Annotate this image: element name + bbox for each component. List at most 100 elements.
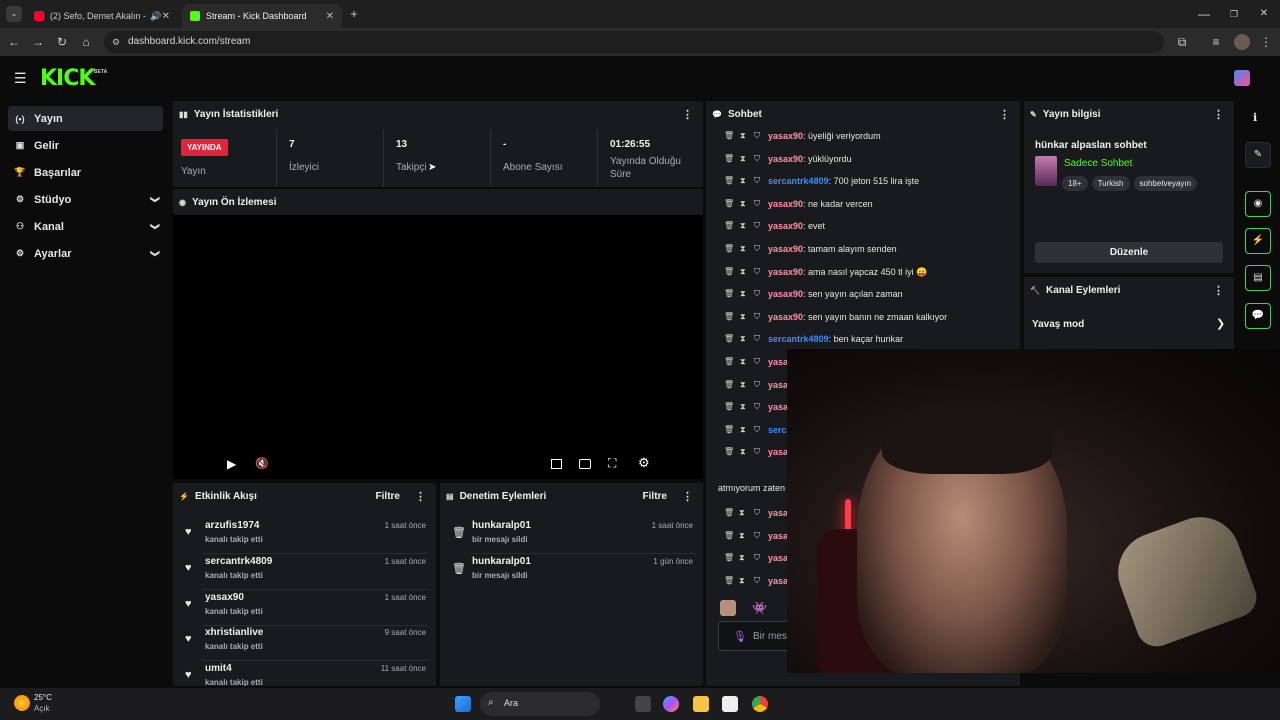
delete-message-icon[interactable]: 🗑	[724, 357, 734, 366]
maximize-button[interactable]: ❐	[1226, 6, 1242, 22]
delete-message-icon[interactable]: 🗑	[724, 176, 734, 185]
ban-shield-icon[interactable]: ⛉	[754, 402, 760, 412]
chat-username[interactable]: yasax90	[768, 289, 803, 299]
timeout-hourglass-icon[interactable]: ⧗	[740, 176, 746, 186]
timeout-hourglass-icon[interactable]: ⧗	[740, 131, 746, 141]
profile-avatar[interactable]	[1234, 34, 1250, 50]
chat-username[interactable]: yasa	[768, 402, 788, 412]
windows-start-icon[interactable]	[455, 696, 471, 712]
ban-shield-icon[interactable]: ⛉	[754, 447, 760, 457]
sidebar-item-studyo[interactable]: ⚙ Stüdyo ❯	[8, 187, 163, 212]
delete-message-icon[interactable]: 🗑	[724, 425, 734, 434]
speaker-icon[interactable]: 🔊	[150, 11, 161, 22]
event-row[interactable]: ♥ arzufis1974 kanalı takip etti 1 saat ö…	[173, 518, 436, 554]
info-icon[interactable]: ℹ	[1253, 111, 1257, 124]
chevron-down-icon[interactable]: ❯	[150, 250, 161, 258]
chrome-icon[interactable]	[752, 696, 768, 712]
settings-gear-icon[interactable]: ⚙	[638, 455, 650, 471]
chat-username[interactable]: yasax90	[768, 199, 803, 209]
filter-button[interactable]: Filtre	[643, 491, 667, 502]
delete-message-icon[interactable]: 🗑	[724, 221, 734, 230]
chevron-down-icon[interactable]: ❯	[150, 196, 161, 204]
ban-shield-icon[interactable]: ⛉	[754, 199, 760, 209]
chat-username[interactable]: sercantrk4809	[768, 176, 829, 186]
timeout-hourglass-icon[interactable]: ⧗	[739, 553, 745, 563]
event-row[interactable]: ♥ sercantrk4809 kanalı takip etti 1 saat…	[173, 554, 436, 590]
timeout-hourglass-icon[interactable]: ⧗	[740, 402, 746, 412]
taskbar-search[interactable]: ⌕ Ara	[480, 692, 600, 716]
sidebar-item-ayarlar[interactable]: ⚙ Ayarlar ❯	[8, 241, 163, 266]
sidebar-item-yayin[interactable]: (•) Yayın	[8, 106, 163, 131]
chat-username[interactable]: yasa	[768, 553, 788, 563]
sidebar-item-gelir[interactable]: ▣ Gelir	[8, 133, 163, 158]
forward-arrow-icon[interactable]: →	[30, 34, 46, 50]
timeout-hourglass-icon[interactable]: ⧗	[740, 154, 746, 164]
ban-shield-icon[interactable]: ⛉	[754, 425, 760, 435]
more-options-icon[interactable]: ⋮	[1213, 284, 1224, 297]
chat-message[interactable]: 🗑 ⧗ ⛉ yasax90: ne kadar vercen	[706, 196, 1020, 214]
tag-chip[interactable]: 18+	[1062, 176, 1088, 191]
edit-button[interactable]: Düzenle	[1035, 242, 1223, 263]
tab-youtube[interactable]: (2) Sefo, Demet Akalın - Ye 🔊 ✕	[26, 4, 178, 28]
more-options-icon[interactable]: ⋮	[999, 108, 1010, 121]
more-options-icon[interactable]: ⋮	[1213, 108, 1224, 121]
timeout-hourglass-icon[interactable]: ⧗	[739, 576, 745, 586]
timeout-hourglass-icon[interactable]: ⧗	[740, 447, 746, 457]
more-options-icon[interactable]: ⋮	[682, 490, 693, 503]
event-row[interactable]: ♥ umit4 kanalı takip etti 11 saat önce	[173, 661, 436, 686]
chat-username[interactable]: yasa	[768, 531, 788, 541]
close-window-button[interactable]: ✕	[1256, 6, 1272, 22]
filter-button[interactable]: Filtre	[376, 491, 400, 502]
close-tab-icon[interactable]: ✕	[326, 11, 334, 22]
chat-message[interactable]: 🗑 ⧗ ⛉ yasax90: evet	[706, 218, 1020, 236]
chat-message[interactable]: 🗑 ⧗ ⛉ yasax90: sen yayın banın ne zmaan kal…	[706, 309, 1020, 327]
chat-username[interactable]: yasax90	[768, 221, 803, 231]
chat-message[interactable]: 🗑 ⧗ ⛉ yasax90: yüklüyordu	[706, 151, 1020, 169]
more-options-icon[interactable]: ⋮	[682, 108, 693, 121]
moderation-row[interactable]: 🗑 hunkaralp01 bir mesajı sildi 1 saat ön…	[440, 518, 703, 554]
lightning-rail-button[interactable]: ⚡	[1245, 228, 1271, 254]
play-icon[interactable]: ▶	[227, 457, 236, 471]
ban-shield-icon[interactable]: ⛉	[754, 357, 760, 367]
ban-shield-icon[interactable]: ⛉	[754, 334, 760, 344]
chat-username[interactable]: yasa	[768, 447, 788, 457]
theater-mode-icon[interactable]	[579, 459, 591, 469]
delete-message-icon[interactable]: 🗑	[724, 334, 734, 343]
user-avatar[interactable]	[1234, 70, 1250, 86]
timeout-hourglass-icon[interactable]: ⧗	[740, 425, 746, 435]
new-tab-button[interactable]: +	[346, 6, 362, 22]
document-rail-button[interactable]: ▤	[1245, 265, 1271, 291]
timeout-hourglass-icon[interactable]: ⧗	[740, 267, 746, 277]
ban-shield-icon[interactable]: ⛉	[754, 221, 760, 231]
emote-avatar[interactable]	[720, 600, 736, 616]
extensions-icon[interactable]: ⧉	[1174, 34, 1190, 50]
delete-message-icon[interactable]: 🗑	[724, 199, 734, 208]
timeout-hourglass-icon[interactable]: ⧗	[739, 531, 745, 541]
back-arrow-icon[interactable]: ←	[6, 34, 22, 50]
copilot-icon[interactable]	[663, 696, 679, 712]
delete-message-icon[interactable]: 🗑	[724, 447, 734, 456]
delete-message-icon[interactable]: 🗑	[724, 553, 734, 562]
reading-list-icon[interactable]: ≡	[1208, 34, 1224, 50]
sidebar-item-basarilar[interactable]: 🏆 Başarılar	[8, 160, 163, 185]
event-row[interactable]: ♥ xhristianlive kanalı takip etti 9 saat…	[173, 625, 436, 661]
ban-shield-icon[interactable]: ⛉	[754, 289, 760, 299]
timeout-hourglass-icon[interactable]: ⧗	[740, 244, 746, 254]
delete-message-icon[interactable]: 🗑	[724, 380, 734, 389]
delete-message-icon[interactable]: 🗑	[724, 576, 734, 585]
preview-rail-button[interactable]: ◉	[1245, 191, 1271, 217]
slow-mode-row[interactable]: Yavaş mod ❯	[1024, 313, 1234, 335]
tab-kick-dashboard[interactable]: Stream - Kick Dashboard ✕	[182, 4, 342, 28]
chat-username[interactable]: sercantrk4809	[768, 334, 829, 344]
timeout-hourglass-icon[interactable]: ⧗	[739, 508, 745, 518]
reload-icon[interactable]: ↻	[54, 34, 70, 50]
ban-shield-icon[interactable]: ⛉	[754, 176, 760, 186]
delete-message-icon[interactable]: 🗑	[724, 267, 734, 276]
delete-message-icon[interactable]: 🗑	[724, 244, 734, 253]
ban-shield-icon[interactable]: ⛉	[754, 244, 760, 254]
chat-username[interactable]: yasax90	[768, 244, 803, 254]
chat-username[interactable]: yasa	[768, 357, 788, 367]
more-options-icon[interactable]: ⋮	[415, 490, 426, 503]
ban-shield-icon[interactable]: ⛉	[754, 576, 760, 586]
chat-message[interactable]: 🗑 ⧗ ⛉ yasax90: üyeliği veriyordum	[706, 128, 1020, 146]
